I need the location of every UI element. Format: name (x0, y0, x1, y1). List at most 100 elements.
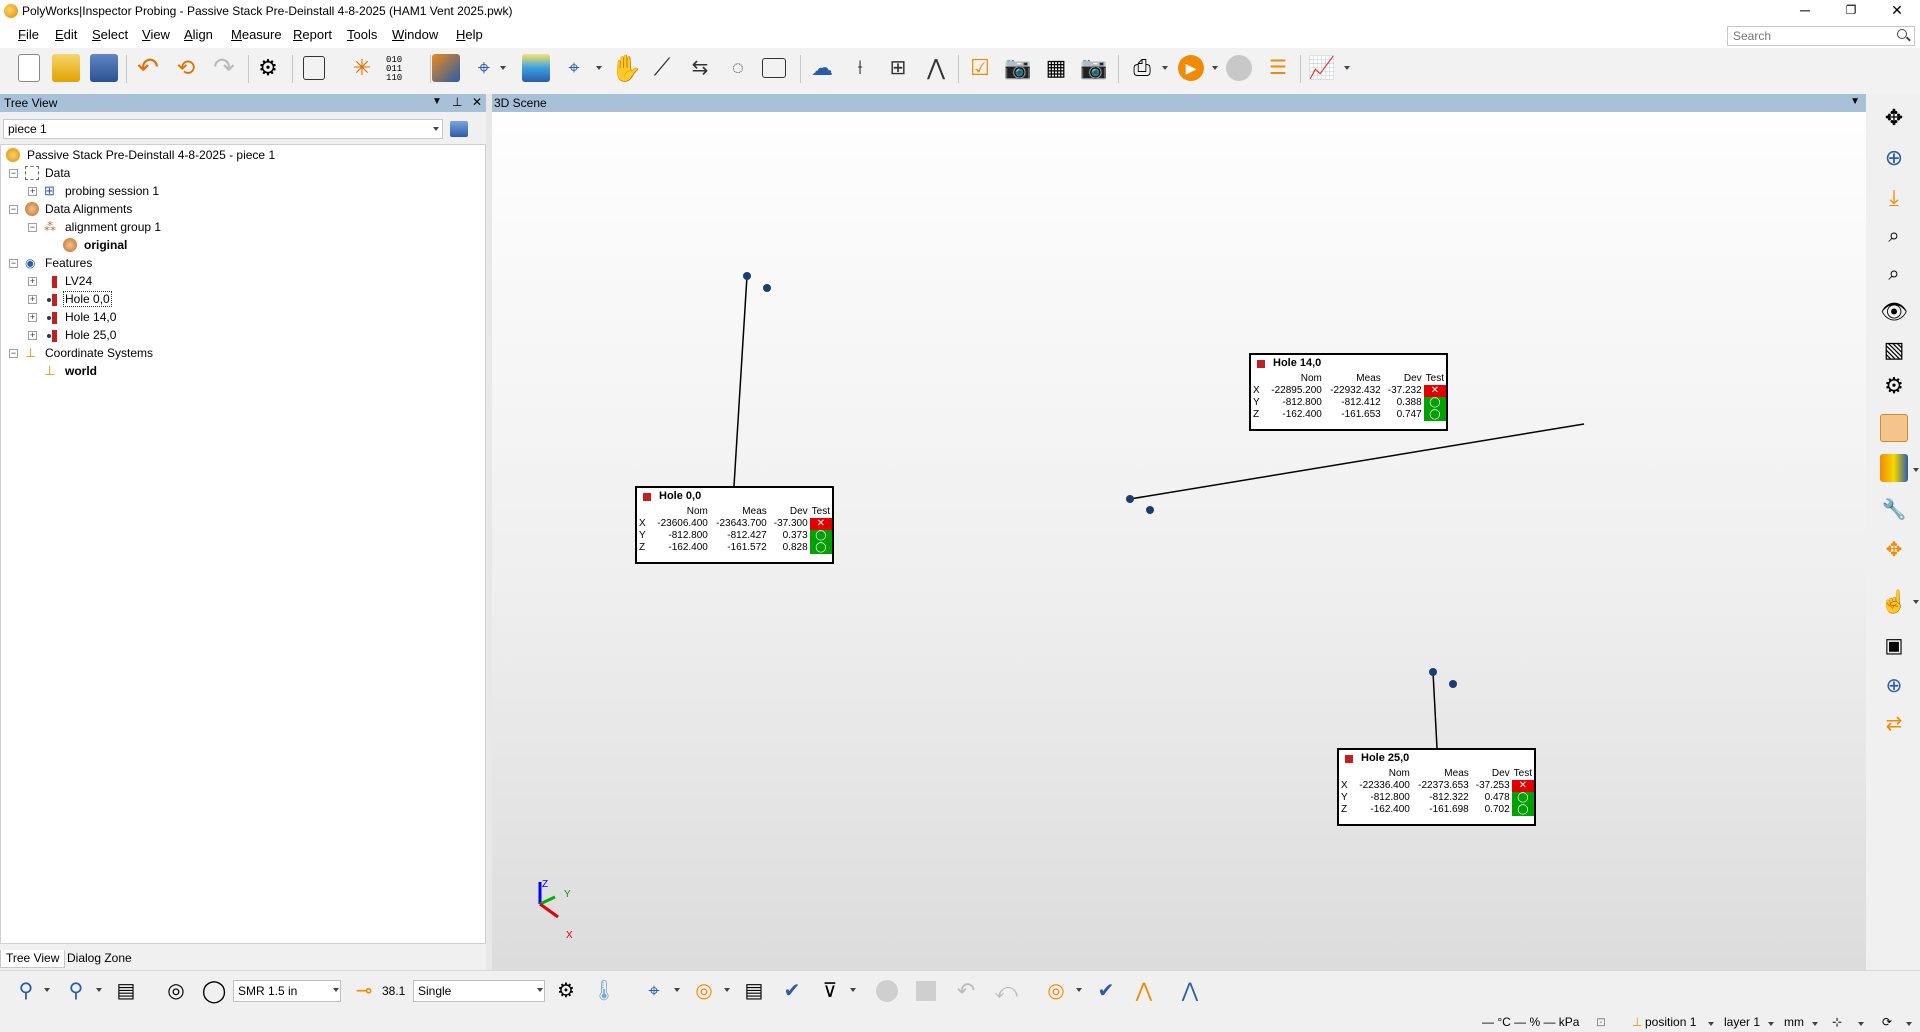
probe-select[interactable]: SMR 1.5 in (233, 980, 341, 1002)
chevron-down-icon[interactable] (333, 988, 339, 992)
measure-point-icon[interactable]: ⌖ (640, 977, 668, 1005)
collapse-icon[interactable]: − (9, 169, 18, 178)
chevron-down-icon[interactable] (1708, 1022, 1714, 1026)
layer-selector[interactable]: layer 1 (1724, 1015, 1760, 1029)
probe-diameter-icon[interactable]: ⊸ (350, 977, 378, 1005)
search-icon[interactable] (1897, 29, 1907, 39)
expand-icon[interactable]: + (28, 313, 37, 322)
color-map-icon[interactable] (1880, 414, 1908, 442)
refresh-icon[interactable]: ⟳ (1882, 1015, 1892, 1029)
view-settings-icon[interactable]: ⚙ (1880, 372, 1908, 400)
menu-window[interactable]: Window (392, 27, 438, 42)
chevron-down-icon[interactable] (1913, 600, 1919, 604)
compensation-icon[interactable]: ⚙ (552, 977, 580, 1005)
camera-icon[interactable]: 📷 (1080, 54, 1108, 82)
callout-hole-14-0[interactable]: Hole 14,0 Nom Meas Dev Test X -22895.200 -229… (1249, 353, 1448, 431)
expand-icon[interactable]: + (28, 331, 37, 340)
chevron-down-icon[interactable] (1913, 468, 1919, 472)
measure-angle-icon[interactable]: ◌ (724, 54, 752, 82)
chevron-down-icon[interactable] (1858, 1022, 1864, 1026)
maximize-button[interactable]: ❐ (1828, 0, 1874, 22)
zoom-fit-icon[interactable]: ⌕ (1880, 222, 1908, 250)
feature-probe-icon[interactable]: ⌖ (560, 54, 588, 82)
coordinate-system-icon[interactable]: ⊹ (1832, 1015, 1842, 1029)
probe-stylus-icon[interactable]: ⟋ (648, 54, 676, 82)
caliper-icon[interactable] (762, 58, 786, 78)
plumb-icon[interactable]: ⊽ (816, 977, 844, 1005)
close-button[interactable]: ✕ (1874, 0, 1920, 22)
sequence-icon[interactable]: ☰ (1264, 54, 1292, 82)
scene-menu-icon[interactable]: ▼ (1850, 96, 1860, 107)
chevron-down-icon[interactable] (537, 988, 543, 992)
panel-close-icon[interactable]: ✕ (472, 95, 482, 109)
measure-group-icon[interactable]: ▤ (740, 977, 768, 1005)
compass-device-icon[interactable]: ⋀ (1176, 977, 1204, 1005)
pin-icon[interactable]: ⊥ (452, 95, 462, 109)
snapshot-add-icon[interactable]: 📷 (1004, 54, 1032, 82)
table-icon[interactable]: ▦ (1042, 54, 1070, 82)
chevron-down-icon[interactable] (1162, 66, 1168, 70)
collapse-icon[interactable]: − (9, 259, 18, 268)
chevron-down-icon[interactable] (1212, 66, 1218, 70)
chevron-down-icon[interactable] (1076, 988, 1082, 992)
chevron-down-icon[interactable] (1812, 1022, 1818, 1026)
stop-icon[interactable] (1226, 55, 1252, 81)
wrench-icon[interactable]: 🔧 (1880, 496, 1908, 524)
play-icon[interactable]: ▶ (1178, 55, 1204, 81)
undo-history-icon[interactable]: ⟲ (172, 54, 200, 82)
checklist-icon[interactable]: ☑ (966, 54, 994, 82)
chevron-down-icon[interactable] (44, 988, 50, 992)
units-selector[interactable]: mm (1784, 1015, 1804, 1029)
scan-surface-icon[interactable]: ☁ (808, 54, 836, 82)
menu-file[interactable]: File (18, 27, 39, 42)
expand-icon[interactable]: + (28, 187, 37, 196)
smr-icon[interactable]: ◯ (200, 977, 228, 1005)
piece-selector[interactable]: piece 1 (3, 119, 443, 139)
undo-point-icon[interactable]: ↶ (952, 977, 980, 1005)
chevron-down-icon[interactable] (724, 988, 730, 992)
target-group-icon[interactable]: ◎ (1042, 977, 1070, 1005)
binary-data-icon[interactable]: 010 011 110 (386, 54, 414, 83)
drop-view-icon[interactable]: ⤓ (1880, 184, 1908, 212)
import-icon[interactable] (303, 56, 325, 80)
point-cloud-icon[interactable]: ✳ (348, 54, 376, 82)
stop-icon[interactable] (916, 981, 936, 1001)
new-file-icon[interactable] (18, 54, 40, 82)
expand-icon[interactable]: + (28, 295, 37, 304)
environment-icon[interactable]: ⊡ (1596, 1015, 1606, 1029)
chevron-down-icon[interactable] (674, 988, 680, 992)
device-settings-icon[interactable]: ⚲ (62, 977, 90, 1005)
graph-icon[interactable]: 📈 (1308, 54, 1336, 82)
panel-menu-icon[interactable]: ▼ (432, 96, 442, 107)
3d-scene[interactable]: Z Y X Hole 0,0 Nom Meas Dev Test X -23606.40… (492, 112, 1866, 970)
chevron-down-icon[interactable] (1768, 1022, 1774, 1026)
chevron-down-icon[interactable] (1906, 1022, 1912, 1026)
section-icon[interactable]: ⟊ (846, 54, 874, 82)
collapse-icon[interactable]: − (28, 223, 37, 232)
menu-select[interactable]: Select (92, 27, 128, 42)
compass-icon[interactable]: ⋀ (922, 54, 950, 82)
measure-distance-icon[interactable]: ⇆ (686, 54, 714, 82)
hand-probe-icon[interactable]: ✋ (610, 54, 642, 82)
menu-edit[interactable]: Edit (55, 27, 77, 42)
target-check-icon[interactable]: ✔ (1092, 977, 1120, 1005)
measurement-mode-select[interactable]: Single (413, 980, 545, 1002)
tab-dialog-zone[interactable]: Dialog Zone (62, 950, 137, 968)
callout-move-icon[interactable]: ✥ (1880, 536, 1908, 564)
pan-zoom-icon[interactable]: ✥ (1880, 104, 1908, 132)
chevron-down-icon[interactable] (596, 66, 602, 70)
piece-properties-icon[interactable] (448, 118, 472, 140)
redo-icon[interactable]: ↷ (210, 54, 238, 82)
menu-measure[interactable]: Measure (231, 27, 282, 42)
tab-tree-view[interactable]: Tree View (0, 950, 66, 968)
device-connect-icon[interactable]: ⚲ (12, 977, 40, 1005)
probe-config-icon[interactable]: ▤ (112, 977, 140, 1005)
validate-icon[interactable]: ✔ (778, 977, 806, 1005)
position-selector[interactable]: position 1 (1645, 1015, 1696, 1029)
view-cube-icon[interactable]: ▧ (1880, 336, 1908, 364)
report-icon[interactable]: ⎙ (1128, 54, 1156, 82)
collapse-icon[interactable]: − (9, 349, 18, 358)
open-folder-icon[interactable] (52, 54, 80, 82)
chevron-down-icon[interactable] (1344, 66, 1350, 70)
search-input[interactable] (1727, 26, 1915, 46)
